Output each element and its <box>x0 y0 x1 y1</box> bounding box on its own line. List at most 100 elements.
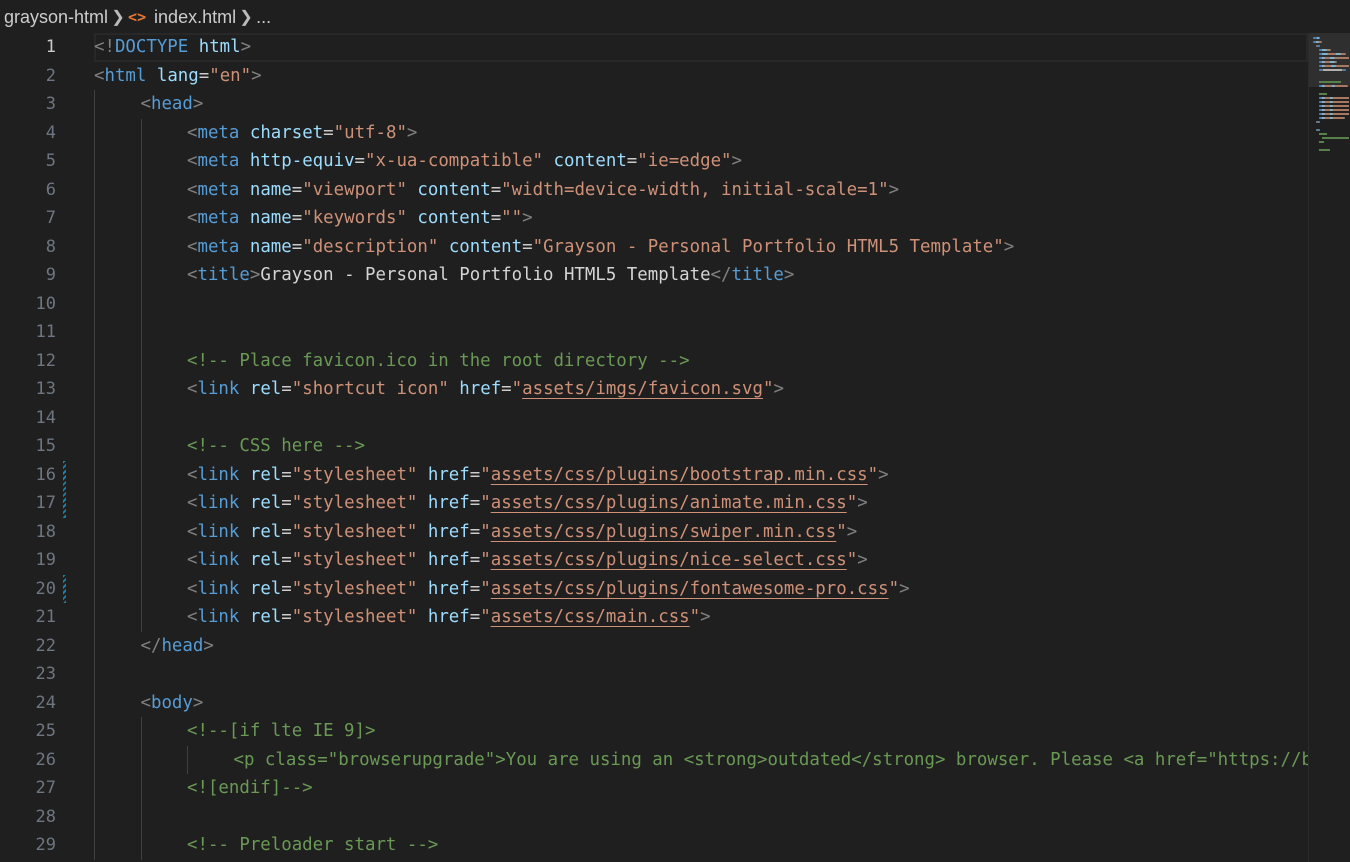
code-line[interactable]: 9 <title>Grayson - Personal Portfolio HTM… <box>0 261 1308 290</box>
code-line[interactable]: 7 <meta name="keywords" content=""> <box>0 204 1308 233</box>
code-text[interactable]: <title>Grayson - Personal Portfolio HTML… <box>187 261 1308 290</box>
code-text[interactable] <box>187 290 1308 319</box>
code-line[interactable]: 28 <box>0 802 1308 832</box>
code-line[interactable]: 25 <!--[if lte IE 9]> <box>0 717 1308 746</box>
code-editor[interactable]: 1 <!DOCTYPE html> 2 <html lang="en"> 3 <head>… <box>0 33 1308 862</box>
code-line[interactable]: 12 <!-- Place favicon.ico in the root dir… <box>0 346 1308 376</box>
line-number: 19 <box>35 550 56 570</box>
line-number: 17 <box>35 493 56 513</box>
code-token: content <box>543 151 627 171</box>
code-token: = <box>469 521 481 542</box>
code-line[interactable]: 16 <link rel="stylesheet" href="assets/cs… <box>0 460 1308 490</box>
code-token: <!-- Preloader start --> <box>187 835 439 855</box>
code-line[interactable]: 22 </head> <box>0 631 1309 661</box>
code-token: "stylesheet" <box>291 521 418 542</box>
code-token: "stylesheet" <box>291 550 418 570</box>
git-modified-indicator[interactable] <box>63 489 66 518</box>
code-line[interactable]: 26 <p class="browserupgrade">You are usin… <box>0 745 1309 775</box>
minimap[interactable] <box>1308 33 1350 862</box>
code-text[interactable]: <link rel="shortcut icon" href="assets/i… <box>187 375 1308 404</box>
code-token: html <box>188 37 241 57</box>
code-text[interactable]: <link rel="stylesheet" href="assets/css/… <box>187 603 1308 632</box>
indent-guide <box>94 261 95 290</box>
code-line[interactable]: 3 <head> <box>0 90 1308 119</box>
code-text[interactable]: <html lang="en"> <box>94 62 1308 91</box>
code-token: > <box>406 122 418 143</box>
code-text[interactable]: <link rel="stylesheet" href="assets/css/… <box>187 575 1308 604</box>
code-line[interactable]: 4 <meta charset="utf-8"> <box>0 118 1308 148</box>
code-token: = <box>501 379 512 399</box>
code-text[interactable] <box>187 404 1308 433</box>
line-number: 24 <box>35 692 56 713</box>
code-line[interactable]: 23 <box>0 660 1308 689</box>
code-line[interactable]: 14 <box>0 403 1308 433</box>
code-token: < <box>187 151 198 171</box>
code-line[interactable]: 19 <link rel="stylesheet" href="assets/cs… <box>0 546 1308 575</box>
minimap-line <box>1319 93 1327 95</box>
code-text[interactable]: <meta name="description" content="Grayso… <box>187 233 1308 262</box>
code-text[interactable]: <link rel="stylesheet" href="assets/css/… <box>187 489 1308 518</box>
code-text[interactable] <box>187 803 1308 832</box>
code-text[interactable]: <body> <box>141 689 1309 718</box>
code-text[interactable]: <meta http-equiv="x-ua-compatible" conte… <box>187 147 1308 176</box>
code-token: rel <box>239 493 282 513</box>
code-token: = <box>198 65 210 86</box>
code-text[interactable]: <!-- Place favicon.ico in the root direc… <box>187 347 1308 376</box>
code-text[interactable]: <head> <box>141 90 1309 119</box>
indent-guide <box>94 289 95 318</box>
code-text[interactable]: <link rel="stylesheet" href="assets/css/… <box>187 518 1308 547</box>
minimap-line <box>1345 53 1346 55</box>
indent-guide <box>140 546 142 575</box>
code-line[interactable]: 11 <box>0 318 1308 347</box>
code-text[interactable]: <meta charset="utf-8"> <box>187 119 1308 148</box>
code-line[interactable]: 5 <meta http-equiv="x-ua-compatible" cont… <box>0 147 1308 176</box>
code-text[interactable]: <!-- CSS here --> <box>187 432 1308 461</box>
code-text[interactable] <box>187 318 1308 347</box>
code-line[interactable]: 17 <link rel="stylesheet" href="assets/cs… <box>0 489 1308 518</box>
code-line[interactable]: 2 <html lang="en"> <box>0 62 1308 91</box>
code-token: title <box>731 265 784 285</box>
code-token: = <box>469 578 481 599</box>
minimap-line <box>1319 129 1320 131</box>
code-text[interactable]: <link rel="stylesheet" href="assets/css/… <box>187 546 1308 575</box>
git-modified-indicator[interactable] <box>63 460 66 489</box>
code-token: assets/css/main.css <box>490 607 690 627</box>
breadcrumb-folder[interactable]: grayson-html <box>4 7 108 28</box>
minimap-line <box>1322 137 1349 139</box>
code-text[interactable]: <meta name="viewport" content="width=dev… <box>187 176 1308 205</box>
code-line[interactable]: 1 <!DOCTYPE html> <box>0 33 1308 62</box>
code-text[interactable]: <!DOCTYPE html> <box>94 33 1308 62</box>
breadcrumb-more[interactable]: ... <box>256 7 271 28</box>
code-token: link <box>197 493 240 513</box>
code-token: "" <box>501 208 523 228</box>
code-line[interactable]: 24 <body> <box>0 688 1309 718</box>
code-token: link <box>197 521 240 542</box>
breadcrumb-file[interactable]: index.html <box>154 7 236 28</box>
code-line[interactable]: 6 <meta name="viewport" content="width=de… <box>0 175 1308 205</box>
indent-guide <box>187 745 188 774</box>
code-text[interactable]: <p class="browserupgrade">You are using … <box>234 746 1309 775</box>
indent-guide <box>140 375 142 404</box>
code-line[interactable]: 18 <link rel="stylesheet" href="assets/cs… <box>0 517 1308 547</box>
code-line[interactable]: 20 <link rel="stylesheet" href="assets/cs… <box>0 574 1308 604</box>
code-text[interactable]: <link rel="stylesheet" href="assets/css/… <box>187 461 1308 490</box>
code-text[interactable]: </head> <box>141 632 1309 661</box>
code-text[interactable]: <!--[if lte IE 9]> <box>187 717 1308 746</box>
code-line[interactable]: 10 <box>0 289 1308 319</box>
code-token: "x-ua-compatible" <box>365 151 544 171</box>
code-line[interactable]: 15 <!-- CSS here --> <box>0 432 1308 461</box>
code-token: > <box>773 379 784 399</box>
code-line[interactable]: 21 <link rel="stylesheet" href="assets/cs… <box>0 603 1308 632</box>
code-text[interactable]: <!-- Preloader start --> <box>187 831 1308 860</box>
code-line[interactable]: 27 <![endif]--> <box>0 774 1308 803</box>
indent-guide <box>94 688 95 717</box>
code-token: name <box>239 236 292 257</box>
code-text[interactable]: <![endif]--> <box>187 774 1308 803</box>
code-token: < <box>187 265 198 285</box>
code-line[interactable]: 8 <meta name="description" content="Grays… <box>0 232 1308 262</box>
code-text[interactable]: <meta name="keywords" content=""> <box>187 204 1308 233</box>
code-text[interactable] <box>141 660 1309 689</box>
git-modified-indicator[interactable] <box>63 574 66 603</box>
code-line[interactable]: 29 <!-- Preloader start --> <box>0 831 1308 860</box>
code-line[interactable]: 13 <link rel="shortcut icon" href="assets… <box>0 375 1308 404</box>
